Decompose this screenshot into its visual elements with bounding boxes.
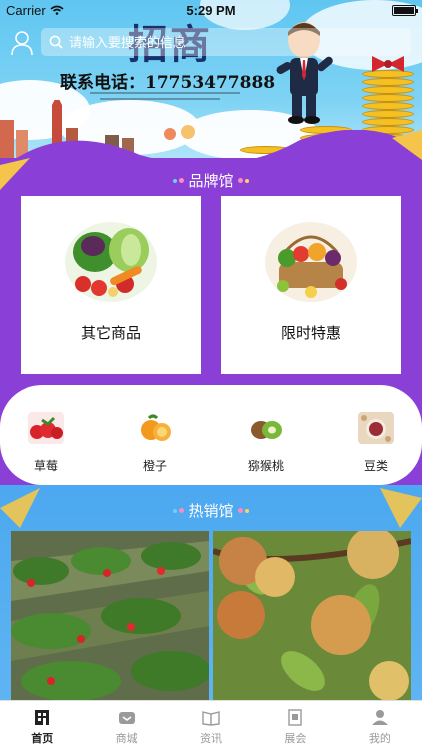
- brand-section-title: 品牌馆: [0, 170, 422, 191]
- tab-exhibition[interactable]: 展会: [253, 701, 337, 750]
- banner-phone: 联系电话：17753477888: [60, 73, 276, 93]
- profile-icon: [371, 710, 388, 725]
- exhibition-icon: [288, 709, 303, 726]
- status-time: 5:29 PM: [186, 3, 236, 18]
- decor-dots-icon: [237, 508, 249, 513]
- brand-card-limited-offer[interactable]: 限时特惠: [221, 196, 401, 374]
- tab-store[interactable]: 商城: [84, 701, 168, 750]
- brand-card-label: 其它商品: [80, 325, 141, 342]
- category-item-kiwi[interactable]: 猕猴桃: [236, 412, 296, 474]
- hot-product-jujube[interactable]: [213, 531, 411, 701]
- brand-card-label: 限时特惠: [280, 325, 341, 342]
- category-item-strawberry[interactable]: 草莓: [16, 412, 76, 474]
- banner-fine-print: [90, 92, 240, 94]
- kiwi-icon: [251, 421, 282, 439]
- jujube-image: [213, 531, 411, 701]
- tab-news[interactable]: 资讯: [169, 701, 253, 750]
- category-item-beans[interactable]: 豆类: [346, 412, 406, 474]
- tab-profile[interactable]: 我的: [338, 701, 422, 750]
- hot-section-title: 热销馆: [0, 500, 422, 521]
- ribbon-bow-icon: [372, 56, 404, 72]
- category-panel: 草莓 橙子 猕猴桃 豆类: [0, 385, 422, 485]
- status-bar: Carrier 5:29 PM: [0, 0, 422, 20]
- search-icon: [49, 35, 63, 49]
- bottom-tab-bar: 首页 商城 资讯 展会 我的: [0, 700, 422, 750]
- orange-icon: [141, 414, 171, 441]
- tab-home[interactable]: 首页: [0, 701, 84, 750]
- battery-icon: [392, 4, 418, 16]
- decor-dots-icon: [173, 508, 185, 513]
- decor-dots-icon: [237, 178, 249, 183]
- vegetables-image: [65, 222, 157, 302]
- news-icon: [202, 711, 220, 726]
- store-icon: [118, 712, 135, 724]
- home-icon: [35, 710, 50, 725]
- brand-card-other-goods[interactable]: 其它商品: [21, 196, 201, 374]
- category-item-orange[interactable]: 橙子: [125, 412, 185, 474]
- user-icon[interactable]: [10, 30, 34, 56]
- fruit-basket-image: [265, 222, 357, 302]
- hot-product-strawberry-field[interactable]: [11, 531, 209, 701]
- beans-icon: [358, 412, 394, 444]
- search-bar[interactable]: [41, 28, 411, 56]
- strawberry-icon: [28, 412, 64, 444]
- strawberry-field-image: [11, 531, 209, 701]
- decor-dots-icon: [173, 178, 185, 183]
- search-input[interactable]: [69, 34, 369, 50]
